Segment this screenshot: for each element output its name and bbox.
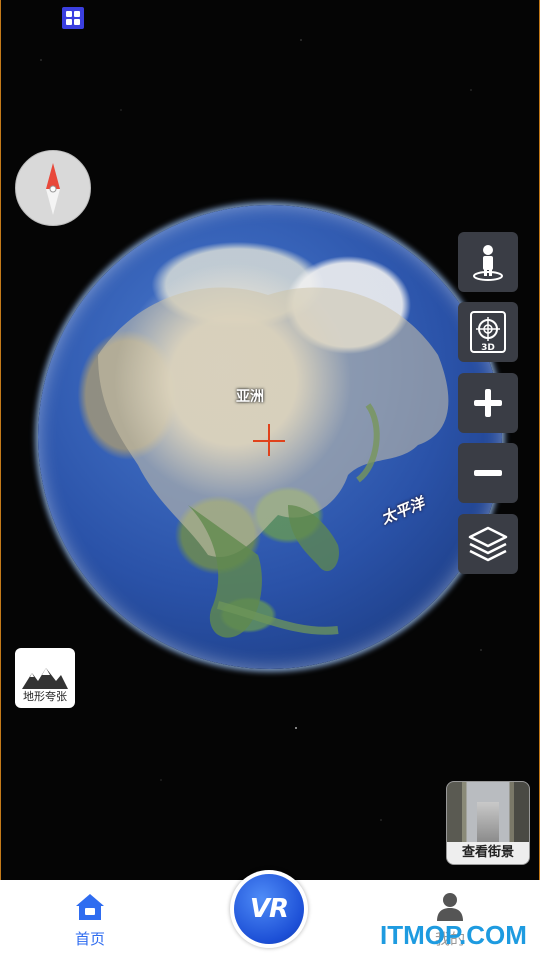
watermark: ITMOP.COM	[380, 920, 527, 950]
layers-button[interactable]	[458, 514, 518, 574]
zoom-in-button[interactable]	[458, 373, 518, 433]
street-view-button[interactable]: 查看街景	[446, 781, 530, 865]
globe-detail-layer	[98, 287, 449, 638]
pegman-icon	[473, 245, 503, 281]
user-icon	[437, 893, 463, 921]
terrain-exaggeration-button[interactable]: 地形夸张	[15, 648, 75, 708]
plus-icon	[474, 389, 502, 417]
tab-home-label: 首页	[74, 930, 105, 948]
mountain-icon	[22, 668, 68, 689]
vr-icon: VR	[234, 874, 304, 944]
terrain-label: 地形夸张	[23, 690, 67, 703]
view-3d-label: 3D	[481, 343, 495, 353]
earth-globe[interactable]	[38, 205, 502, 669]
vr-button[interactable]: VR	[230, 870, 308, 948]
pegman-button[interactable]	[458, 232, 518, 292]
zoom-out-button[interactable]	[458, 443, 518, 503]
compass-needle-icon	[46, 163, 60, 215]
asia-label: 亚洲	[236, 389, 264, 405]
minus-icon	[474, 470, 502, 476]
tab-home[interactable]: 首页	[60, 892, 120, 949]
home-icon	[76, 894, 104, 920]
vr-label: VR	[249, 894, 289, 924]
crosshair-vertical	[268, 424, 270, 456]
compass[interactable]	[15, 150, 91, 226]
view-3d-button[interactable]: 3D	[458, 302, 518, 362]
street-road	[477, 802, 499, 844]
app-grid-icon[interactable]	[62, 7, 84, 29]
street-view-label: 查看街景	[447, 842, 529, 864]
layers-icon	[468, 526, 508, 562]
view-3d-icon: 3D	[470, 311, 506, 353]
